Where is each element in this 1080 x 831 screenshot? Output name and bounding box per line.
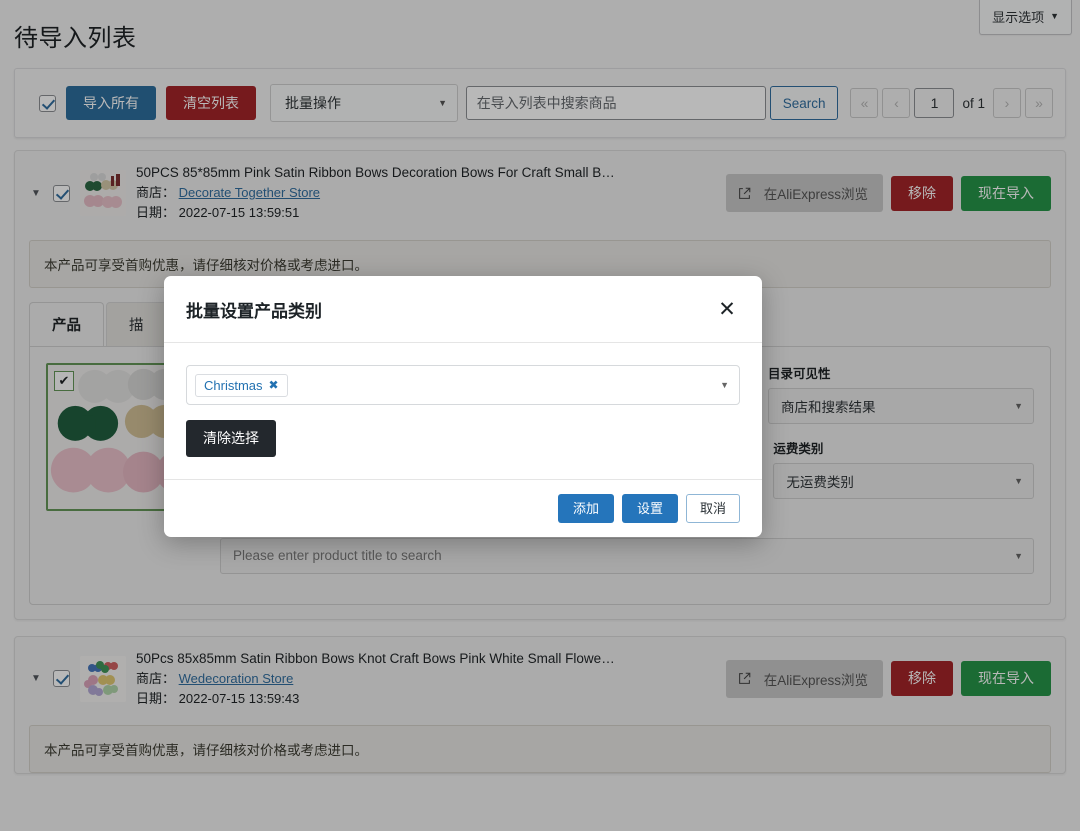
- modal-category-select[interactable]: Christmas ✖ ▼: [186, 365, 740, 405]
- map-woo-placeholder: Please enter product title to search: [233, 548, 442, 564]
- clear-list-button[interactable]: 清空列表: [166, 85, 256, 121]
- date-label: 日期：: [136, 690, 176, 706]
- search-button[interactable]: Search: [769, 86, 839, 120]
- chevron-down-icon: ▼: [1014, 550, 1023, 561]
- pagination-page-input[interactable]: [914, 88, 955, 118]
- product-header: ▼ 50PCS 85*85mm Pink Satin Ribbon Bows D…: [15, 151, 1065, 236]
- shipping-class-select[interactable]: 无运费类别 ▼: [773, 462, 1035, 499]
- selected-category-chip: Christmas ✖: [195, 373, 288, 397]
- tab-description[interactable]: 描: [106, 301, 167, 346]
- product-title: 50PCS 85*85mm Pink Satin Ribbon Bows Dec…: [136, 165, 615, 180]
- date-value: 2022-07-15 13:59:51: [178, 205, 300, 221]
- product-header: ▼ 50Pcs 85x85mm Satin Ribbon Bows Knot C…: [15, 637, 1065, 722]
- date-label: 日期：: [136, 205, 176, 221]
- screen: 显示选项 ▼ 待导入列表 导入所有 清空列表 批量操作 ▼ Search « ‹: [0, 0, 1080, 831]
- image-selected-check-icon: ✔: [54, 370, 74, 391]
- remove-chip-icon[interactable]: ✖: [269, 378, 279, 392]
- shipping-class-label: 运费类别: [773, 441, 824, 456]
- clear-selection-button[interactable]: 清除选择: [186, 420, 276, 457]
- modal-footer: 添加 设置 取消: [164, 478, 762, 538]
- bulk-set-category-modal: 批量设置产品类别 ✕ Christmas ✖ ▼ 清除选择 添加 设置 取消: [164, 276, 762, 538]
- product-date-line: 日期： 2022-07-15 13:59:43: [136, 689, 716, 709]
- pagination-prev-button[interactable]: ‹: [882, 88, 911, 118]
- product-thumbnail: [80, 655, 126, 702]
- tab-product[interactable]: 产品: [29, 301, 104, 346]
- pagination-next-button[interactable]: ›: [993, 88, 1021, 118]
- chevron-down-icon: ▼: [438, 98, 447, 108]
- store-link[interactable]: Decorate Together Store: [179, 185, 320, 200]
- external-link-icon: [727, 179, 760, 208]
- chevron-down-icon: ▼: [1014, 475, 1024, 486]
- remove-button[interactable]: 移除: [891, 175, 953, 211]
- product-actions: 在AliExpress浏览 移除 现在导入: [725, 174, 1051, 213]
- thumbnail-image: [80, 170, 126, 217]
- first-purchase-notice: 本产品可享受首购优惠，请仔细核对价格或考虑进口。: [29, 725, 1051, 774]
- display-options-label: 显示选项: [992, 10, 1045, 25]
- chevron-down-icon: ▼: [1050, 11, 1059, 21]
- pagination: « ‹ of 1 › »: [850, 88, 1053, 118]
- import-now-button[interactable]: 现在导入: [961, 661, 1051, 697]
- map-woo-input[interactable]: Please enter product title to search ▼: [220, 537, 1034, 574]
- import-all-button[interactable]: 导入所有: [66, 85, 156, 121]
- display-options-toggle[interactable]: 显示选项 ▼: [979, 0, 1072, 35]
- chevron-down-icon: ▼: [1014, 400, 1023, 411]
- pagination-total-label: of 1: [962, 95, 985, 111]
- field-catalog-visibility: 目录可见性 商店和搜索结果 ▼: [768, 363, 1034, 424]
- product-store-line: 商店： Wedecoration Store: [136, 669, 716, 689]
- catalog-visibility-value: 商店和搜索结果: [781, 399, 876, 415]
- product-meta: 50Pcs 85x85mm Satin Ribbon Bows Knot Cra…: [136, 649, 716, 710]
- catalog-visibility-label: 目录可见性: [768, 366, 831, 381]
- list-toolbar: 导入所有 清空列表 批量操作 ▼ Search « ‹ of 1 › »: [14, 68, 1066, 138]
- select-all-checkbox[interactable]: [39, 94, 56, 112]
- modal-body: Christmas ✖ ▼ 清除选择: [164, 343, 762, 479]
- import-now-button[interactable]: 现在导入: [961, 175, 1051, 211]
- product-store-line: 商店： Decorate Together Store: [136, 183, 716, 203]
- product-meta: 50PCS 85*85mm Pink Satin Ribbon Bows Dec…: [136, 163, 716, 224]
- store-link[interactable]: Wedecoration Store: [179, 671, 294, 686]
- product-checkbox[interactable]: [53, 184, 70, 202]
- store-label: 商店：: [136, 670, 176, 686]
- date-value: 2022-07-15 13:59:43: [178, 690, 300, 706]
- modal-cancel-button[interactable]: 取消: [685, 493, 740, 524]
- remove-button[interactable]: 移除: [891, 661, 953, 697]
- product-date-line: 日期： 2022-07-15 13:59:51: [136, 203, 716, 223]
- bulk-action-label: 批量操作: [285, 95, 341, 111]
- browse-aliexpress-label: 在AliExpress浏览: [763, 187, 868, 203]
- chevron-down-icon: ▼: [720, 380, 729, 390]
- catalog-visibility-select[interactable]: 商店和搜索结果 ▼: [768, 387, 1034, 424]
- store-label: 商店：: [136, 185, 176, 201]
- pagination-last-button[interactable]: »: [1025, 88, 1053, 118]
- thumbnail-image: [80, 655, 126, 702]
- browse-aliexpress-button[interactable]: 在AliExpress浏览: [725, 174, 883, 213]
- product-title: 50Pcs 85x85mm Satin Ribbon Bows Knot Cra…: [136, 650, 615, 666]
- close-icon[interactable]: ✕: [714, 296, 740, 322]
- modal-title: 批量设置产品类别: [186, 301, 322, 321]
- modal-set-button[interactable]: 设置: [621, 493, 678, 524]
- product-checkbox[interactable]: [53, 670, 70, 688]
- browse-aliexpress-label: 在AliExpress浏览: [763, 672, 868, 688]
- bulk-action-select[interactable]: 批量操作 ▼: [270, 84, 458, 122]
- browse-aliexpress-button[interactable]: 在AliExpress浏览: [725, 659, 883, 698]
- external-link-icon: [727, 664, 760, 693]
- page-title: 待导入列表: [14, 25, 137, 52]
- expand-toggle-icon[interactable]: ▼: [29, 673, 43, 684]
- product-card: ▼ 50Pcs 85x85mm Satin Ribbon Bows Knot C…: [14, 635, 1066, 775]
- modal-header: 批量设置产品类别 ✕: [164, 276, 762, 343]
- product-actions: 在AliExpress浏览 移除 现在导入: [725, 659, 1051, 698]
- toolbar-left-group: 导入所有 清空列表 批量操作 ▼: [39, 84, 458, 122]
- search-input[interactable]: [465, 86, 766, 120]
- shipping-class-value: 无运费类别: [786, 474, 854, 490]
- pagination-first-button[interactable]: «: [850, 88, 879, 118]
- selected-category-label: Christmas: [204, 377, 263, 393]
- expand-toggle-icon[interactable]: ▼: [29, 188, 43, 199]
- toolbar-right-group: Search « ‹ of 1 › »: [465, 86, 1053, 120]
- product-thumbnail: [80, 170, 126, 217]
- field-shipping-class: 运费类别 无运费类别 ▼: [773, 438, 1035, 499]
- modal-add-button[interactable]: 添加: [557, 493, 614, 524]
